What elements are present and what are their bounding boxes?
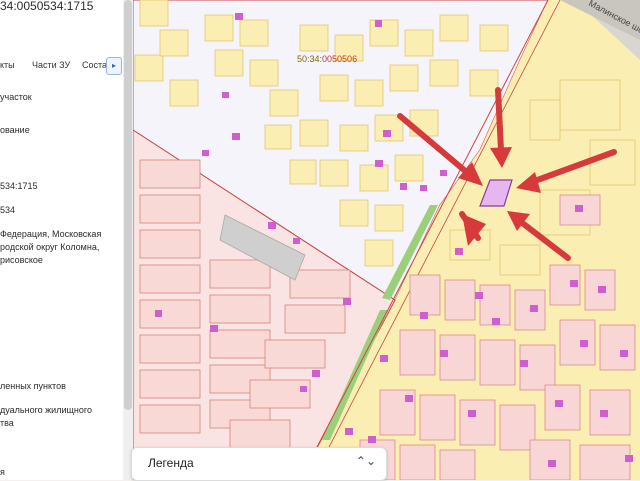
svg-text:50:34:0050506: 50:34:0050506: [297, 54, 357, 64]
panel-line: ование: [0, 125, 30, 135]
panel-line: я: [0, 467, 5, 477]
scrollbar-thumb[interactable]: [124, 0, 132, 410]
panel-tabs: кты Части ЗУ Состав ▸: [0, 54, 123, 76]
info-panel: 34:0050534:1715 кты Части ЗУ Состав ▸ уч…: [0, 0, 124, 480]
panel-line: участок: [0, 92, 32, 102]
tab-objects[interactable]: кты: [0, 60, 15, 70]
legend-dropdown[interactable]: Легенда ⌃⌄: [131, 447, 387, 481]
tab-scroll-right-button[interactable]: ▸: [106, 57, 122, 75]
panel-title: 34:0050534:1715: [0, 0, 94, 13]
panel-line: ленных пунктов: [0, 381, 66, 391]
tab-parts[interactable]: Части ЗУ: [32, 60, 70, 70]
quarter-label-number: 0050506: [322, 54, 357, 64]
panel-line: рисовское: [0, 255, 43, 265]
panel-line: 534: [0, 205, 16, 215]
legend-title: Легенда: [148, 456, 194, 470]
panel-line: 534:1715: [0, 181, 38, 191]
panel-line: родской округ Коломна,: [0, 242, 100, 252]
quarter-label-prefix: 50:34:: [297, 54, 322, 64]
panel-line: Федерация, Московская: [0, 229, 102, 239]
panel-line: дуального жилищного: [0, 405, 92, 415]
chevron-updown-icon: ⌃⌄: [355, 454, 376, 468]
panel-line: тва: [0, 418, 14, 428]
